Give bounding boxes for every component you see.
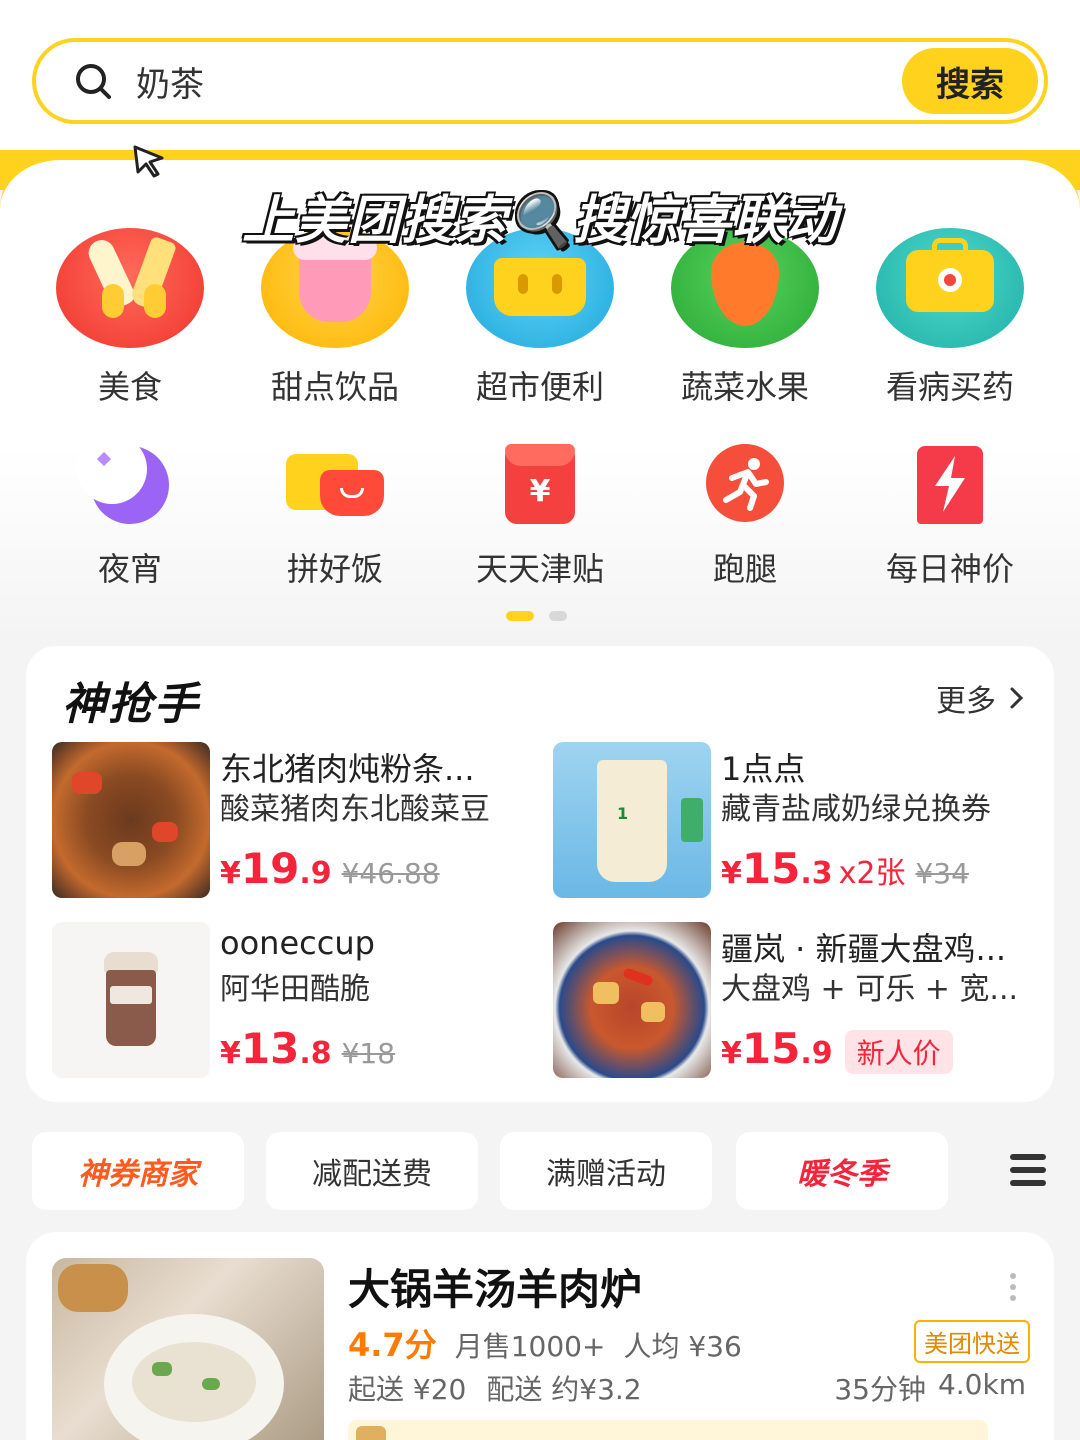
category-label: 看病买药 xyxy=(885,368,1014,406)
deal-item[interactable]: 1 1点点 藏青盐咸奶绿兑换券 ¥ 15 .3 x2张 ¥34 xyxy=(553,742,1033,898)
monthly-sales: 月售1000+ xyxy=(454,1330,606,1363)
category-label: 拼好饭 xyxy=(286,550,383,588)
deal-image-frappe xyxy=(52,922,210,1078)
category-errand[interactable]: 跑腿 xyxy=(645,440,845,590)
deal-price: ¥ 15 .9 新人价 xyxy=(721,1024,953,1074)
deal-price: ¥ 15 .3 x2张 ¥34 xyxy=(721,844,969,893)
deal-image-chicken xyxy=(553,922,711,1078)
search-icon xyxy=(76,64,111,99)
deal-product-name: 酸菜猪肉东北酸菜豆 xyxy=(220,792,490,827)
price-currency: ¥ xyxy=(721,856,742,891)
price-decimal: .8 xyxy=(299,1036,332,1071)
filter-winter-season[interactable]: 暖冬季 xyxy=(736,1132,948,1210)
filter-gift-promotions[interactable]: 满赠活动 xyxy=(500,1132,712,1210)
moon-icon xyxy=(77,434,175,530)
deal-item[interactable]: ooneccup 阿华田酷脆 ¥ 13 .8 ¥18 xyxy=(52,922,532,1078)
page-dot-active xyxy=(506,611,534,621)
deal-price: ¥ 19 .9 ¥46.88 xyxy=(220,844,440,893)
price-decimal: .9 xyxy=(800,1036,833,1071)
filter-reduced-delivery[interactable]: 减配送费 xyxy=(266,1132,478,1210)
store-promo-strip xyxy=(348,1420,988,1440)
category-label: 美食 xyxy=(97,368,162,406)
category-label: 超市便利 xyxy=(475,368,604,406)
store-card[interactable]: 大锅羊汤羊肉炉 4.7分 月售1000+ 人均 ¥36 美团快送 起送 ¥20 … xyxy=(26,1232,1054,1440)
price-currency: ¥ xyxy=(721,1036,742,1071)
runner-icon xyxy=(700,440,790,530)
deal-store-name: ooneccup xyxy=(220,924,375,962)
price-integer: 19 xyxy=(240,844,300,893)
price-currency: ¥ xyxy=(220,1036,241,1071)
category-label: 夜宵 xyxy=(97,550,162,588)
more-options-icon[interactable] xyxy=(1008,1272,1018,1302)
more-label: 更多 xyxy=(936,684,996,719)
store-name: 大锅羊汤羊肉炉 xyxy=(348,1265,643,1314)
store-rating: 4.7分 xyxy=(348,1326,437,1364)
deal-product-name: 阿华田酷脆 xyxy=(220,972,370,1007)
delivery-info: 35分钟 4.0km xyxy=(834,1368,1026,1408)
category-group-meal[interactable]: 拼好饭 xyxy=(235,440,435,590)
minimum-order: 起送 ¥20 xyxy=(348,1373,467,1406)
new-user-price-tag: 新人价 xyxy=(844,1030,953,1074)
category-label: 每日神价 xyxy=(885,550,1014,588)
deal-image-stew xyxy=(52,742,210,898)
price-integer: 15 xyxy=(741,1024,801,1073)
ranking-badge-icon xyxy=(356,1426,386,1440)
store-image xyxy=(52,1258,324,1440)
deal-price: ¥ 13 .8 ¥18 xyxy=(220,1024,395,1073)
more-link[interactable]: 更多 xyxy=(936,676,1024,720)
delivery-fee: 配送 约¥3.2 xyxy=(486,1373,642,1406)
category-food[interactable]: 美食 xyxy=(30,228,230,408)
delivery-time: 35分钟 xyxy=(834,1373,926,1406)
search-input[interactable] xyxy=(136,56,836,106)
filter-coupon-merchants[interactable]: 神券商家 xyxy=(32,1132,244,1210)
page-indicator xyxy=(506,606,577,625)
category-daily-deal[interactable]: 每日神价 xyxy=(850,440,1050,590)
distance: 4.0km xyxy=(937,1368,1026,1401)
price-decimal: .9 xyxy=(299,856,332,891)
category-label: 天天津贴 xyxy=(475,550,604,588)
category-late-night[interactable]: 夜宵 xyxy=(30,434,230,590)
category-label: 跑腿 xyxy=(712,550,777,588)
category-medicine[interactable]: 看病买药 xyxy=(850,228,1050,408)
filter-bar: 神券商家 减配送费 满赠活动 暖冬季 xyxy=(32,1132,1080,1210)
deal-item[interactable]: 疆岚 · 新疆大盘鸡... 大盘鸡 + 可乐 + 宽... ¥ 15 .9 新人… xyxy=(553,922,1033,1078)
category-dessert-drinks[interactable]: 甜点饮品 xyxy=(235,228,435,408)
flash-deals-card: 神抢手 更多 东北猪肉炖粉条... 酸菜猪肉东北酸菜豆 ¥ 19 .9 ¥46.… xyxy=(26,646,1054,1102)
category-label: 甜点饮品 xyxy=(270,368,399,406)
original-price: ¥34 xyxy=(915,857,969,890)
search-bar[interactable]: 搜索 xyxy=(32,38,1048,124)
price-integer: 15 xyxy=(741,844,801,893)
category-daily-subsidy[interactable]: ¥ 天天津贴 xyxy=(440,440,640,590)
price-decimal: .3 xyxy=(800,856,833,891)
category-label: 蔬菜水果 xyxy=(680,368,809,406)
store-stats: 4.7分 月售1000+ 人均 ¥36 xyxy=(348,1320,742,1366)
red-packet-icon: ¥ xyxy=(495,440,585,530)
menu-icon[interactable] xyxy=(1008,1152,1048,1188)
price-integer: 13 xyxy=(240,1024,300,1073)
promo-banner-text: 上美团搜索🔍搜惊喜联动 xyxy=(242,191,838,251)
deal-item[interactable]: 东北猪肉炖粉条... 酸菜猪肉东北酸菜豆 ¥ 19 .9 ¥46.88 xyxy=(52,742,532,898)
flash-deals-title: 神抢手 xyxy=(62,679,200,730)
original-price: ¥46.88 xyxy=(341,857,440,890)
search-area: 搜索 xyxy=(0,0,1080,150)
deal-product-name: 藏青盐咸奶绿兑换券 xyxy=(721,792,991,827)
bowl-icon xyxy=(286,440,384,530)
category-supermarket[interactable]: 超市便利 xyxy=(440,228,640,408)
search-button[interactable]: 搜索 xyxy=(902,48,1038,114)
deal-image-milk-tea: 1 xyxy=(553,742,711,898)
delivery-badge: 美团快送 xyxy=(914,1320,1030,1363)
original-price: ¥18 xyxy=(341,1037,396,1070)
cursor-arrow-icon xyxy=(133,145,164,178)
chevron-right-icon xyxy=(1010,687,1024,709)
page-dot xyxy=(549,611,568,621)
average-price: 人均 ¥36 xyxy=(623,1330,742,1363)
voucher-quantity: x2张 xyxy=(838,856,906,891)
deal-product-name: 大盘鸡 + 可乐 + 宽... xyxy=(721,972,1019,1007)
category-vegetables-fruit[interactable]: 蔬菜水果 xyxy=(645,228,845,408)
lightning-tag-icon xyxy=(905,440,995,530)
store-fees: 起送 ¥20 配送 约¥3.2 xyxy=(348,1368,642,1408)
price-currency: ¥ xyxy=(220,856,241,891)
